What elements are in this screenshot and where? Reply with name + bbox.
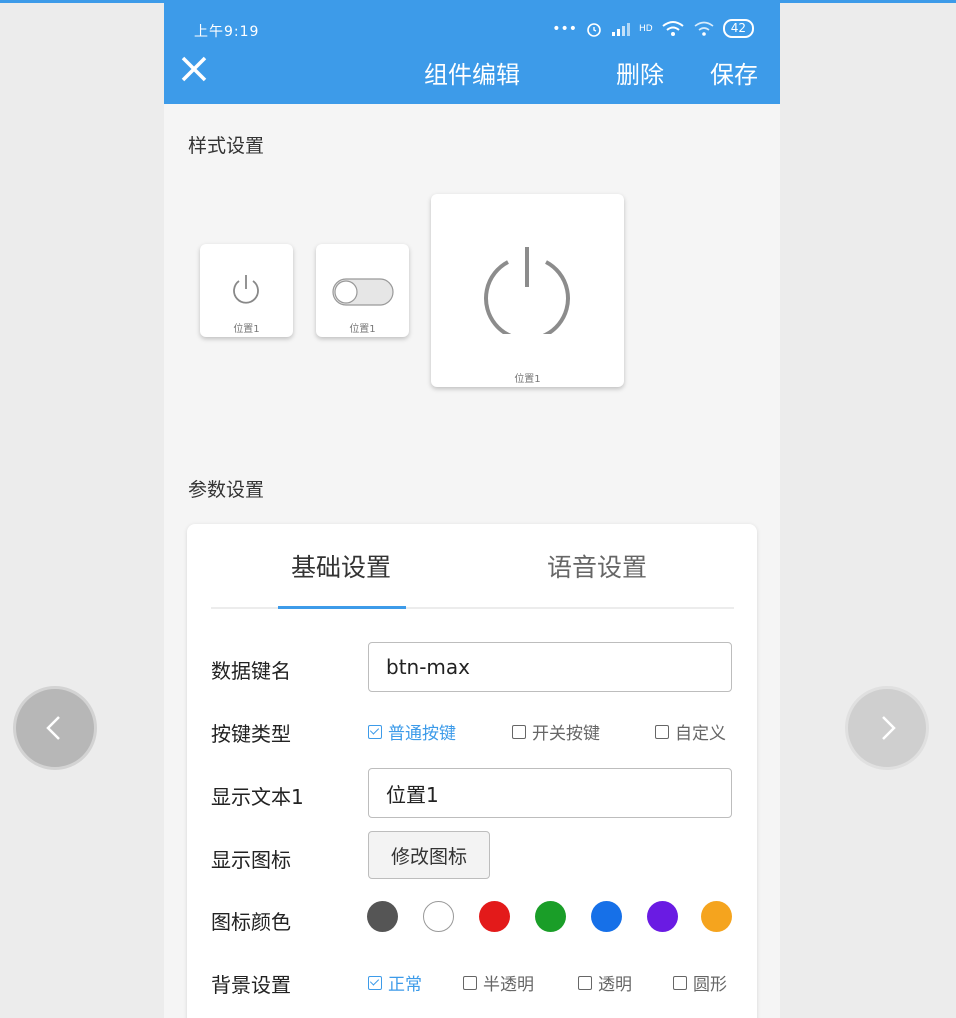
background-transparent-checkbox[interactable]: 透明 (578, 970, 632, 995)
background-label: 背景设置 (211, 973, 291, 997)
chevron-left-icon (46, 716, 60, 740)
param-section-title: 参数设置 (188, 479, 265, 501)
display-text-label: 显示文本1 (211, 785, 304, 809)
status-time: 上午9:19 (194, 24, 260, 40)
color-swatch[interactable] (479, 901, 510, 932)
signal-icon (612, 22, 631, 36)
change-icon-button[interactable]: 修改图标 (368, 831, 490, 879)
background-circle-checkbox[interactable]: 圆形 (673, 970, 727, 995)
color-swatch[interactable] (647, 901, 678, 932)
page-title: 组件编辑 (424, 61, 520, 89)
app-header: 上午9:19 ••• HD 42 组件编辑 删除 保存 (164, 3, 780, 104)
checkbox-icon (368, 724, 382, 739)
style-card-toggle[interactable]: 位置1 (316, 244, 409, 337)
param-panel: 基础设置 语音设置 数据键名 btn-max 按键类型 普通按键 开关按键 自定… (187, 524, 757, 1018)
delete-button[interactable]: 删除 (616, 55, 664, 90)
checkbox-label: 正常 (388, 975, 422, 995)
tab-voice-settings[interactable]: 语音设置 (547, 548, 647, 584)
color-swatch[interactable] (591, 901, 622, 932)
save-button[interactable]: 保存 (710, 55, 758, 90)
checkbox-label: 开关按键 (532, 724, 600, 744)
checkbox-label: 自定义 (675, 724, 726, 744)
checkbox-icon (368, 975, 382, 990)
chevron-right-icon (882, 716, 896, 740)
color-swatch[interactable] (423, 901, 454, 932)
card-label: 位置1 (233, 324, 260, 335)
display-text-input[interactable]: 位置1 (368, 768, 732, 818)
color-swatch[interactable] (535, 901, 566, 932)
power-icon (233, 275, 259, 304)
data-key-input[interactable]: btn-max (368, 642, 732, 692)
data-key-label: 数据键名 (211, 659, 291, 683)
checkbox-label: 透明 (598, 975, 632, 995)
wifi-icon (662, 20, 684, 36)
prev-button[interactable] (13, 686, 97, 770)
card-label: 位置1 (349, 324, 376, 335)
color-swatch[interactable] (701, 901, 732, 932)
key-type-label: 按键类型 (211, 722, 291, 746)
display-icon-label: 显示图标 (211, 848, 291, 872)
card-label: 位置1 (514, 374, 541, 385)
more-dots-icon: ••• (552, 20, 578, 37)
hd-signal-label: HD (639, 23, 653, 34)
checkbox-icon (463, 975, 477, 990)
style-card-small-power[interactable]: 位置1 (200, 244, 293, 337)
power-icon (484, 247, 570, 334)
next-button[interactable] (845, 686, 929, 770)
checkbox-icon (578, 975, 592, 990)
key-type-custom-checkbox[interactable]: 自定义 (655, 719, 726, 744)
phone-screen: 上午9:19 ••• HD 42 组件编辑 删除 保存 样式设置 位置1 位置1… (164, 3, 780, 1018)
checkbox-icon (673, 975, 687, 990)
checkbox-icon (655, 724, 669, 739)
key-type-switch-checkbox[interactable]: 开关按键 (512, 719, 600, 744)
tab-basic-settings[interactable]: 基础设置 (291, 548, 391, 584)
checkbox-icon (512, 724, 526, 739)
background-semi-transparent-checkbox[interactable]: 半透明 (463, 970, 534, 995)
checkbox-label: 普通按键 (388, 724, 456, 744)
checkbox-label: 半透明 (483, 975, 534, 995)
key-type-normal-checkbox[interactable]: 普通按键 (368, 719, 456, 744)
tab-indicator (278, 606, 406, 609)
background-normal-checkbox[interactable]: 正常 (368, 970, 422, 995)
style-card-large-power[interactable]: 位置1 (431, 194, 624, 387)
alarm-icon (587, 22, 601, 37)
icon-color-label: 图标颜色 (211, 910, 291, 934)
checkbox-label: 圆形 (693, 975, 727, 995)
toggle-switch-icon (332, 278, 394, 306)
color-swatch[interactable] (367, 901, 398, 932)
wifi-secondary-icon (694, 21, 714, 36)
battery-indicator: 42 (722, 19, 754, 38)
status-icons: ••• HD 42 (552, 19, 754, 38)
style-section-title: 样式设置 (188, 135, 265, 157)
